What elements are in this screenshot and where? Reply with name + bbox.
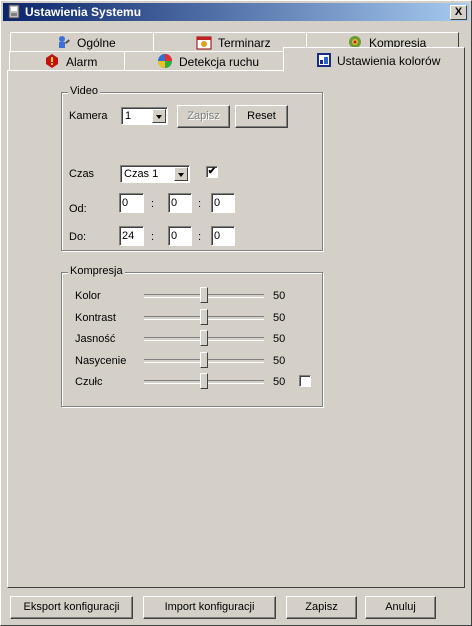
slider-thumb[interactable] — [200, 309, 208, 325]
time-select-value: Czas 1 — [124, 168, 159, 180]
from-second-input[interactable] — [211, 193, 235, 213]
to-minute-input[interactable] — [168, 226, 192, 246]
slider-label: Kolor — [75, 290, 101, 302]
slider-control[interactable] — [144, 351, 264, 371]
slider-control[interactable] — [144, 308, 264, 328]
camera-label: Kamera — [69, 110, 108, 122]
tab-detekcja-ruchu[interactable]: Detekcja ruchu — [124, 51, 284, 71]
tab-panel-color-settings: Video Kamera 1 Zapisz Reset Czas Czas 1 … — [7, 70, 465, 588]
save-button[interactable]: Zapisz — [286, 596, 357, 619]
time-separator: : — [198, 231, 202, 243]
tab-label: Detekcja ruchu — [179, 55, 260, 69]
video-group: Video Kamera 1 Zapisz Reset Czas Czas 1 … — [61, 85, 323, 251]
tab-label: Terminarz — [218, 36, 271, 50]
time-enabled-checkbox[interactable]: ✔ — [206, 166, 218, 178]
settings-window: Ustawienia Systemu X Ogólne Terminarz Ko… — [0, 0, 472, 626]
slider-control[interactable] — [144, 329, 264, 349]
camera-select[interactable]: 1 — [121, 107, 168, 125]
time-label: Czas — [69, 168, 95, 180]
title-bar[interactable]: Ustawienia Systemu X — [3, 3, 469, 21]
user-wrench-icon — [59, 36, 70, 48]
scheduler-icon — [196, 36, 212, 50]
slider-thumb[interactable] — [200, 287, 208, 303]
slider-value: 50 — [273, 376, 286, 388]
window-title: Ustawienia Systemu — [25, 5, 142, 19]
slider-label: Jasność — [75, 333, 116, 345]
slider-thumb[interactable] — [200, 352, 208, 368]
to-hour-input[interactable] — [119, 226, 144, 246]
slider-thumb[interactable] — [200, 373, 208, 389]
from-hour-input[interactable] — [119, 193, 144, 213]
slider-value: 50 — [273, 312, 286, 324]
cancel-button[interactable]: Anuluj — [365, 596, 436, 619]
to-second-input[interactable] — [211, 226, 235, 246]
time-separator: : — [198, 198, 202, 210]
tab-label: Ustawienia kolorów — [337, 54, 441, 68]
time-select[interactable]: Czas 1 — [120, 165, 190, 183]
app-icon — [8, 4, 20, 19]
slider-value: 50 — [273, 333, 286, 345]
camera-select-value: 1 — [125, 110, 132, 122]
from-label: Od: — [69, 203, 87, 215]
close-button[interactable]: X — [450, 5, 467, 20]
video-save-button[interactable]: Zapisz — [177, 105, 230, 128]
tab-label: Alarm — [66, 55, 98, 69]
from-minute-input[interactable] — [168, 193, 192, 213]
export-config-button[interactable]: Eksport konfiguracji — [10, 596, 133, 619]
time-separator: : — [151, 198, 155, 210]
slider-control[interactable] — [144, 372, 264, 392]
slider-value: 50 — [273, 355, 286, 367]
chevron-down-icon[interactable] — [152, 109, 166, 123]
sensitivity-checkbox[interactable] — [299, 375, 311, 387]
to-label: Do: — [69, 231, 87, 243]
color-settings-icon — [317, 53, 331, 67]
slider-label: Kontrast — [75, 312, 116, 324]
slider-label: Czułc — [75, 376, 103, 388]
video-reset-button[interactable]: Reset — [235, 105, 288, 128]
tab-label: Ogólne — [77, 36, 116, 50]
tab-ustawienia-kolorow[interactable]: Ustawienia kolorów — [283, 47, 465, 72]
compression-group: Kompresja Kolor 50 Kontrast 50 Jasność 50 Nasy… — [61, 265, 323, 407]
motion-detection-icon — [158, 54, 172, 68]
import-config-button[interactable]: Import konfiguracji — [143, 596, 276, 619]
time-separator: : — [151, 231, 155, 243]
slider-control[interactable] — [144, 286, 264, 306]
slider-thumb[interactable] — [200, 330, 208, 346]
tab-ogolne[interactable]: Ogólne — [10, 32, 154, 51]
tab-alarm[interactable]: Alarm — [9, 51, 125, 71]
alarm-icon — [46, 54, 58, 68]
slider-label: Nasycenie — [75, 355, 127, 367]
slider-value: 50 — [273, 290, 286, 302]
compression-legend: Kompresja — [68, 265, 125, 277]
chevron-down-icon[interactable] — [174, 167, 188, 181]
video-legend: Video — [68, 85, 100, 97]
